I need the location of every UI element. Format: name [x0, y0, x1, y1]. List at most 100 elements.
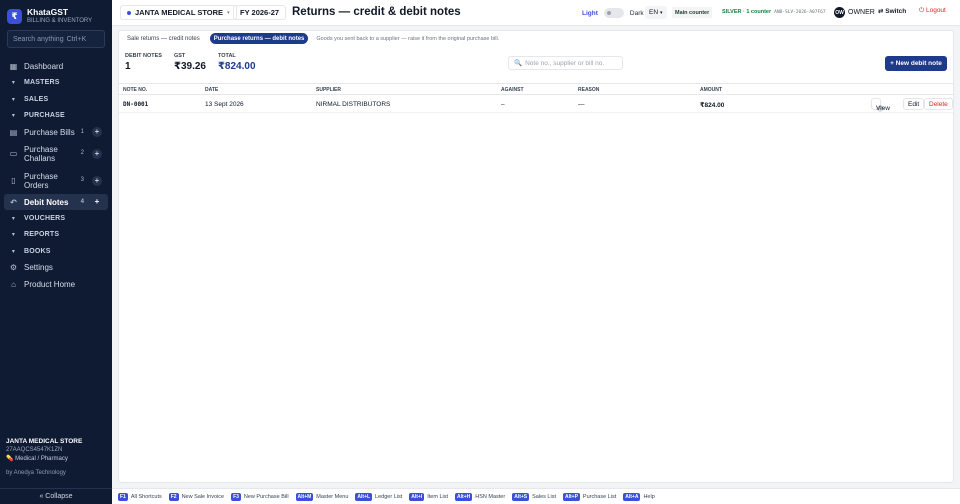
sidebar-group-purchase[interactable]: ▾ PURCHASE — [0, 108, 112, 125]
sidebar-footer: JANTA MEDICAL STORE 27AAQCS4547K1ZN 💊 Me… — [6, 438, 106, 476]
sidebar-group-vouchers[interactable]: ▾ VOUCHERS — [0, 210, 112, 227]
home-icon: ⌂ — [11, 279, 16, 289]
shortcut-bar: F1 All Shortcuts F2 New Sale Invoice F3 New… — [112, 488, 960, 504]
language-selector[interactable]: EN ▾ — [645, 6, 667, 19]
add-purchase-challan-button[interactable]: + — [92, 148, 102, 159]
tab-purchase-returns[interactable]: Purchase returns — debit notes — [209, 33, 309, 44]
page-title: Returns — credit & debit notes — [292, 6, 461, 18]
shortcut-label: Master Menu — [316, 493, 349, 500]
theme-toggle[interactable] — [603, 8, 624, 18]
store-dot-icon — [127, 10, 131, 15]
chevron-down-icon: ▾ — [227, 9, 230, 16]
sidebar-item-count: 3 — [80, 177, 84, 183]
shortcut-label: Purchase List — [582, 493, 617, 500]
tab-sale-returns[interactable]: Sale returns — credit notes — [123, 33, 204, 44]
note-against: – — [501, 101, 505, 108]
sidebar-item-purchase-orders[interactable]: ▯ Purchase Orders 3 + — [0, 167, 112, 194]
sidebar-item-product-home[interactable]: ⌂ Product Home — [0, 276, 112, 293]
note-date: 13 Sept 2026 — [205, 101, 244, 108]
column-header[interactable]: NOTE NO. — [123, 87, 147, 93]
footer-gstin: 27AAQCS4547K1ZN — [6, 447, 63, 453]
shortcut-key: Alt+M — [295, 492, 314, 501]
fy-selector[interactable]: FY 2026-27 — [233, 5, 287, 20]
column-header[interactable]: REASON — [578, 87, 599, 93]
shortcut-new-purchase[interactable]: F3 New Purchase Bill — [231, 492, 289, 501]
logout-label: Logout — [925, 7, 946, 14]
gear-icon: ⚙ — [9, 263, 18, 273]
shortcut-purchase-list[interactable]: Alt+P Purchase List — [562, 492, 617, 501]
shortcut-label: New Purchase Bill — [243, 493, 289, 500]
shortcut-new-sale[interactable]: F2 New Sale Invoice — [168, 492, 225, 501]
column-header[interactable]: DATE — [205, 87, 218, 93]
sidebar-item-dashboard[interactable]: ▦ Dashboard — [0, 58, 112, 75]
column-header[interactable]: AGAINST — [501, 87, 524, 93]
theme-dark-label: Dark — [629, 9, 644, 17]
sidebar-item-label: MASTERS — [24, 79, 60, 87]
sidebar-item-debit-notes[interactable]: ↶ Debit Notes 4 + — [4, 194, 108, 210]
sidebar-item-purchase-bills[interactable]: ▤ Purchase Bills 1 + — [0, 124, 112, 140]
sidebar-nav: ▦ Dashboard ▾ MASTERS ▾ SALES ▾ PURCHASE… — [0, 58, 112, 293]
store-selector[interactable]: JANTA MEDICAL STORE ▾ — [120, 5, 237, 20]
sidebar-item-settings[interactable]: ⚙ Settings — [0, 260, 112, 277]
receipt-icon: ▤ — [9, 127, 18, 137]
shortcut-ledger-list[interactable]: Alt+L Ledger List — [355, 492, 402, 501]
sidebar-group-sales[interactable]: ▾ SALES — [0, 91, 112, 108]
stat-label: DEBIT NOTES — [125, 53, 162, 59]
column-header[interactable]: SUPPLIER — [316, 87, 341, 93]
stat-label: TOTAL — [217, 53, 236, 59]
sidebar-item-label: VOUCHERS — [24, 214, 66, 222]
stat-value: ₹39.26 — [173, 61, 206, 72]
shortcut-item-list[interactable]: Alt+I Item List — [409, 492, 448, 501]
logout-button[interactable]: ⏻ Logout — [919, 7, 946, 15]
chevron-down-icon: ▾ — [11, 215, 16, 222]
edit-button[interactable]: Edit — [903, 98, 925, 110]
chevron-down-icon: ▾ — [660, 9, 663, 16]
switch-label: Switch — [885, 8, 907, 15]
search-input[interactable]: 🔍 Note no., supplier or bill no. — [508, 56, 623, 70]
theme-switcher[interactable]: Light Dark — [582, 8, 644, 18]
shortcut-label: New Sale Invoice — [181, 493, 225, 500]
return-icon: ↶ — [10, 197, 17, 207]
tab-hint: Goods you sent back to a supplier — rais… — [316, 35, 500, 42]
app-subtitle: BILLING & INVENTORY — [27, 18, 93, 24]
view-button[interactable]: 👁 View — [871, 98, 890, 113]
add-purchase-bill-button[interactable]: + — [92, 127, 102, 137]
add-debit-note-button[interactable]: + — [92, 197, 102, 207]
sidebar-item-label: PURCHASE — [24, 112, 65, 120]
shortcut-key: F2 — [168, 492, 179, 501]
shortcut-hsn-master[interactable]: Alt+H HSN Master — [455, 492, 506, 501]
note-supplier: NIRMAL DISTRIBUTORS — [316, 101, 391, 108]
column-header[interactable]: AMOUNT — [700, 87, 722, 93]
sidebar-item-label: REPORTS — [24, 231, 60, 239]
user-menu[interactable]: OW OWNER — [834, 7, 875, 18]
topbar: JANTA MEDICAL STORE ▾ FY 2026-27 Returns… — [112, 0, 960, 26]
brand[interactable]: ₹ KhataGST BILLING & INVENTORY — [7, 7, 92, 25]
shortcut-master-menu[interactable]: Alt+M Master Menu — [295, 492, 349, 501]
shortcut-key: Alt+L — [355, 492, 373, 501]
table-row[interactable]: DN-0001 13 Sept 2026 NIRMAL DISTRIBUTORS… — [119, 95, 953, 113]
delete-button[interactable]: Delete — [924, 98, 953, 110]
sidebar-group-masters[interactable]: ▾ MASTERS — [0, 75, 112, 92]
sidebar-group-books[interactable]: ▾ BOOKS — [0, 243, 112, 260]
note-reason: — — [578, 101, 585, 108]
switch-button[interactable]: ⇄ Switch — [878, 7, 906, 15]
collapse-button[interactable]: « Collapse — [0, 488, 112, 504]
add-purchase-order-button[interactable]: + — [92, 175, 102, 186]
shortcut-sales-list[interactable]: Alt+S Sales List — [512, 492, 556, 501]
store-name: JANTA MEDICAL STORE — [135, 8, 224, 17]
shortcut-all[interactable]: F1 All Shortcuts — [118, 492, 162, 501]
sidebar-search[interactable]: Search anything Ctrl+K — [7, 30, 105, 48]
sidebar-item-purchase-challans[interactable]: ▭ Purchase Challans 2 + — [0, 140, 112, 167]
shortcut-label: HSN Master — [475, 493, 506, 500]
shortcut-key: F1 — [118, 492, 128, 501]
search-placeholder: Note no., supplier or bill no. — [525, 59, 605, 67]
sidebar-group-reports[interactable]: ▾ REPORTS — [0, 227, 112, 244]
sidebar-item-label: Debit Notes — [24, 197, 69, 207]
sidebar-item-label: Purchase Bills — [24, 127, 75, 137]
shortcut-key: Alt+A — [623, 492, 641, 501]
new-debit-note-button[interactable]: + New debit note — [885, 56, 947, 71]
shortcut-help[interactable]: Alt+A Help — [623, 492, 655, 501]
stat-value: ₹824.00 — [217, 61, 256, 72]
counter-badge[interactable]: Main counter — [672, 7, 713, 18]
search-icon: 🔍 — [514, 60, 523, 67]
